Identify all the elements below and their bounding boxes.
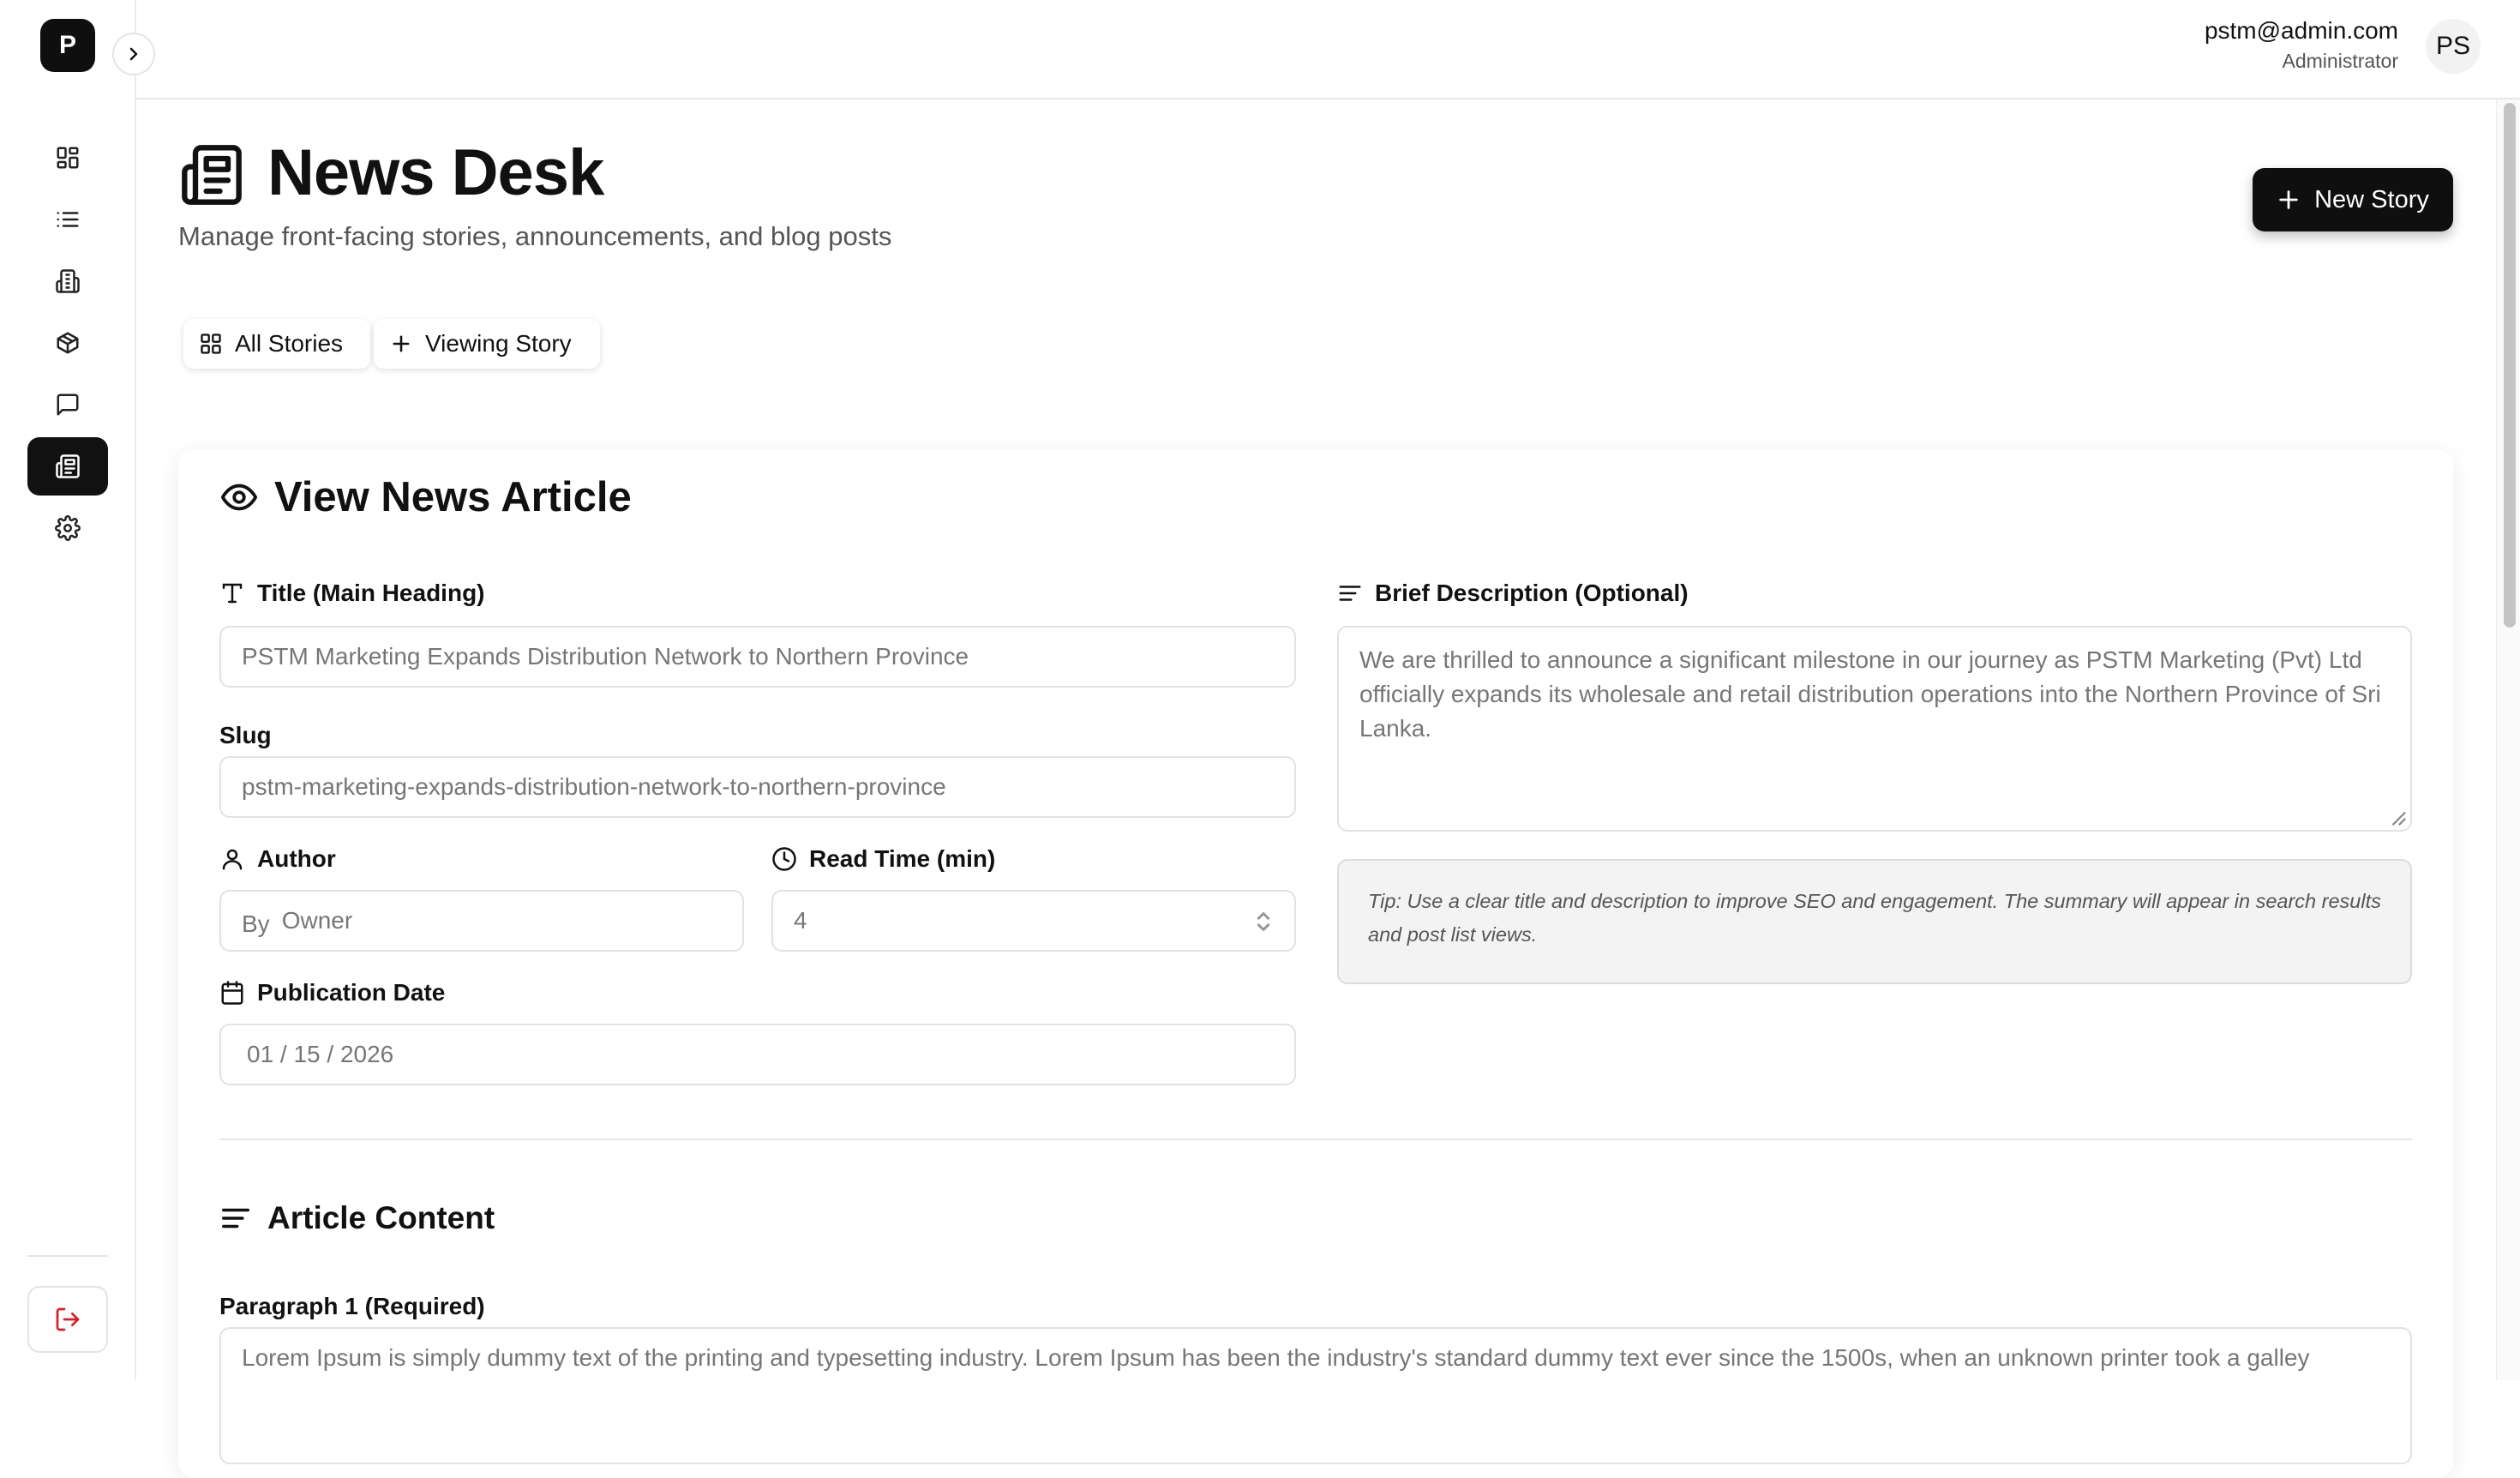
grid-icon (201, 333, 221, 354)
user-info: pstm@admin.com Administrator (2205, 17, 2398, 73)
slug-label: Slug (219, 722, 272, 749)
stepper-icon[interactable] (1253, 907, 1274, 936)
brief-description-text: We are thrilled to announce a significan… (1359, 646, 2381, 742)
pub-date-label-text: Publication Date (257, 979, 446, 1006)
newspaper-icon (56, 454, 80, 478)
paragraph1-label: Paragraph 1 (Required) (219, 1293, 485, 1320)
sidebar-divider (27, 1255, 108, 1257)
resize-grip-icon[interactable] (2388, 808, 2407, 826)
tab-all-stories[interactable]: All Stories (183, 319, 370, 369)
sidebar-item-messages[interactable] (27, 376, 108, 434)
sidebar-item-settings[interactable] (27, 499, 108, 557)
sidebar-item-buildings[interactable] (27, 252, 108, 310)
sidebar-collapse-button[interactable] (112, 33, 155, 75)
author-prefix: By (242, 910, 270, 937)
card-title-text: View News Article (274, 474, 632, 520)
app-logo[interactable]: P (40, 19, 95, 72)
plus-icon (393, 335, 410, 352)
slug-input[interactable]: pstm-marketing-expands-distribution-netw… (219, 756, 1296, 818)
article-content-heading: Article Content (219, 1200, 495, 1236)
brief-label-text: Brief Description (Optional) (1375, 580, 1689, 606)
user-icon (222, 849, 243, 870)
building-icon (56, 269, 80, 293)
author-label-text: Author (257, 845, 336, 872)
tip-box: Tip: Use a clear title and description t… (1337, 859, 2412, 984)
newspaper-icon (182, 145, 242, 205)
align-left-icon (222, 1208, 249, 1229)
author-label: Author (219, 845, 336, 873)
sidebar-item-dashboard[interactable] (27, 129, 108, 187)
title-label: Title (Main Heading) (219, 580, 485, 607)
title-input[interactable]: PSTM Marketing Expands Distribution Netw… (219, 626, 1296, 688)
slug-label-text: Slug (219, 722, 272, 748)
sidebar-item-products[interactable] (27, 314, 108, 372)
list-icon (57, 212, 79, 227)
pub-date-label: Publication Date (219, 979, 445, 1006)
clock-icon (772, 847, 796, 871)
align-left-icon (1339, 586, 1361, 601)
brief-description-textarea[interactable]: We are thrilled to announce a significan… (1337, 626, 2412, 832)
brief-label: Brief Description (Optional) (1337, 580, 1689, 607)
paragraph1-text: Lorem Ipsum is simply dummy text of the … (242, 1344, 2310, 1371)
read-time-value: 4 (794, 907, 807, 934)
gear-icon (55, 515, 81, 541)
author-input[interactable]: By Owner (219, 890, 744, 952)
new-story-button[interactable]: New Story (2253, 168, 2453, 231)
title-label-text: Title (Main Heading) (257, 580, 485, 606)
top-header: pstm@admin.com Administrator PS (136, 0, 2520, 99)
article-content-title: Article Content (267, 1200, 495, 1235)
paragraph1-label-text: Paragraph 1 (Required) (219, 1293, 485, 1319)
scrollbar[interactable] (2496, 99, 2520, 1380)
read-time-label-text: Read Time (min) (809, 845, 996, 872)
sidebar-item-news[interactable] (27, 437, 108, 496)
pub-date-input[interactable]: 01 / 15 / 2026 (219, 1024, 1296, 1085)
plus-icon (2279, 190, 2298, 209)
tab-label: All Stories (235, 330, 344, 357)
user-email: pstm@admin.com (2204, 17, 2398, 44)
section-divider (219, 1139, 2412, 1140)
read-time-input[interactable]: 4 (771, 890, 1296, 952)
avatar[interactable]: PS (2426, 19, 2481, 74)
user-role: Administrator (2282, 50, 2398, 72)
dashboard-icon (57, 147, 79, 169)
card-title: View News Article (219, 473, 632, 521)
tab-label: Viewing Story (425, 330, 572, 357)
type-icon (222, 583, 243, 604)
eye-icon (220, 484, 258, 511)
message-icon (57, 394, 79, 416)
package-icon (57, 332, 79, 354)
article-card: View News Article Title (Main Heading) P… (178, 449, 2453, 1478)
calendar-icon (221, 981, 243, 1005)
page-subtitle: Manage front-facing stories, announcemen… (178, 221, 892, 251)
sidebar: P (0, 0, 136, 1380)
author-value: Owner (281, 907, 353, 934)
read-time-label: Read Time (min) (771, 845, 995, 873)
new-story-label: New Story (2314, 185, 2429, 213)
tab-viewing-story[interactable]: Viewing Story (374, 319, 600, 369)
chevron-right-icon (129, 47, 138, 61)
paragraph1-textarea[interactable]: Lorem Ipsum is simply dummy text of the … (219, 1327, 2412, 1464)
sidebar-item-list[interactable] (27, 190, 108, 249)
logout-button[interactable] (27, 1286, 108, 1353)
page-title: News Desk (267, 136, 604, 209)
scrollbar-thumb[interactable] (2504, 103, 2516, 628)
logout-icon (56, 1307, 80, 1331)
